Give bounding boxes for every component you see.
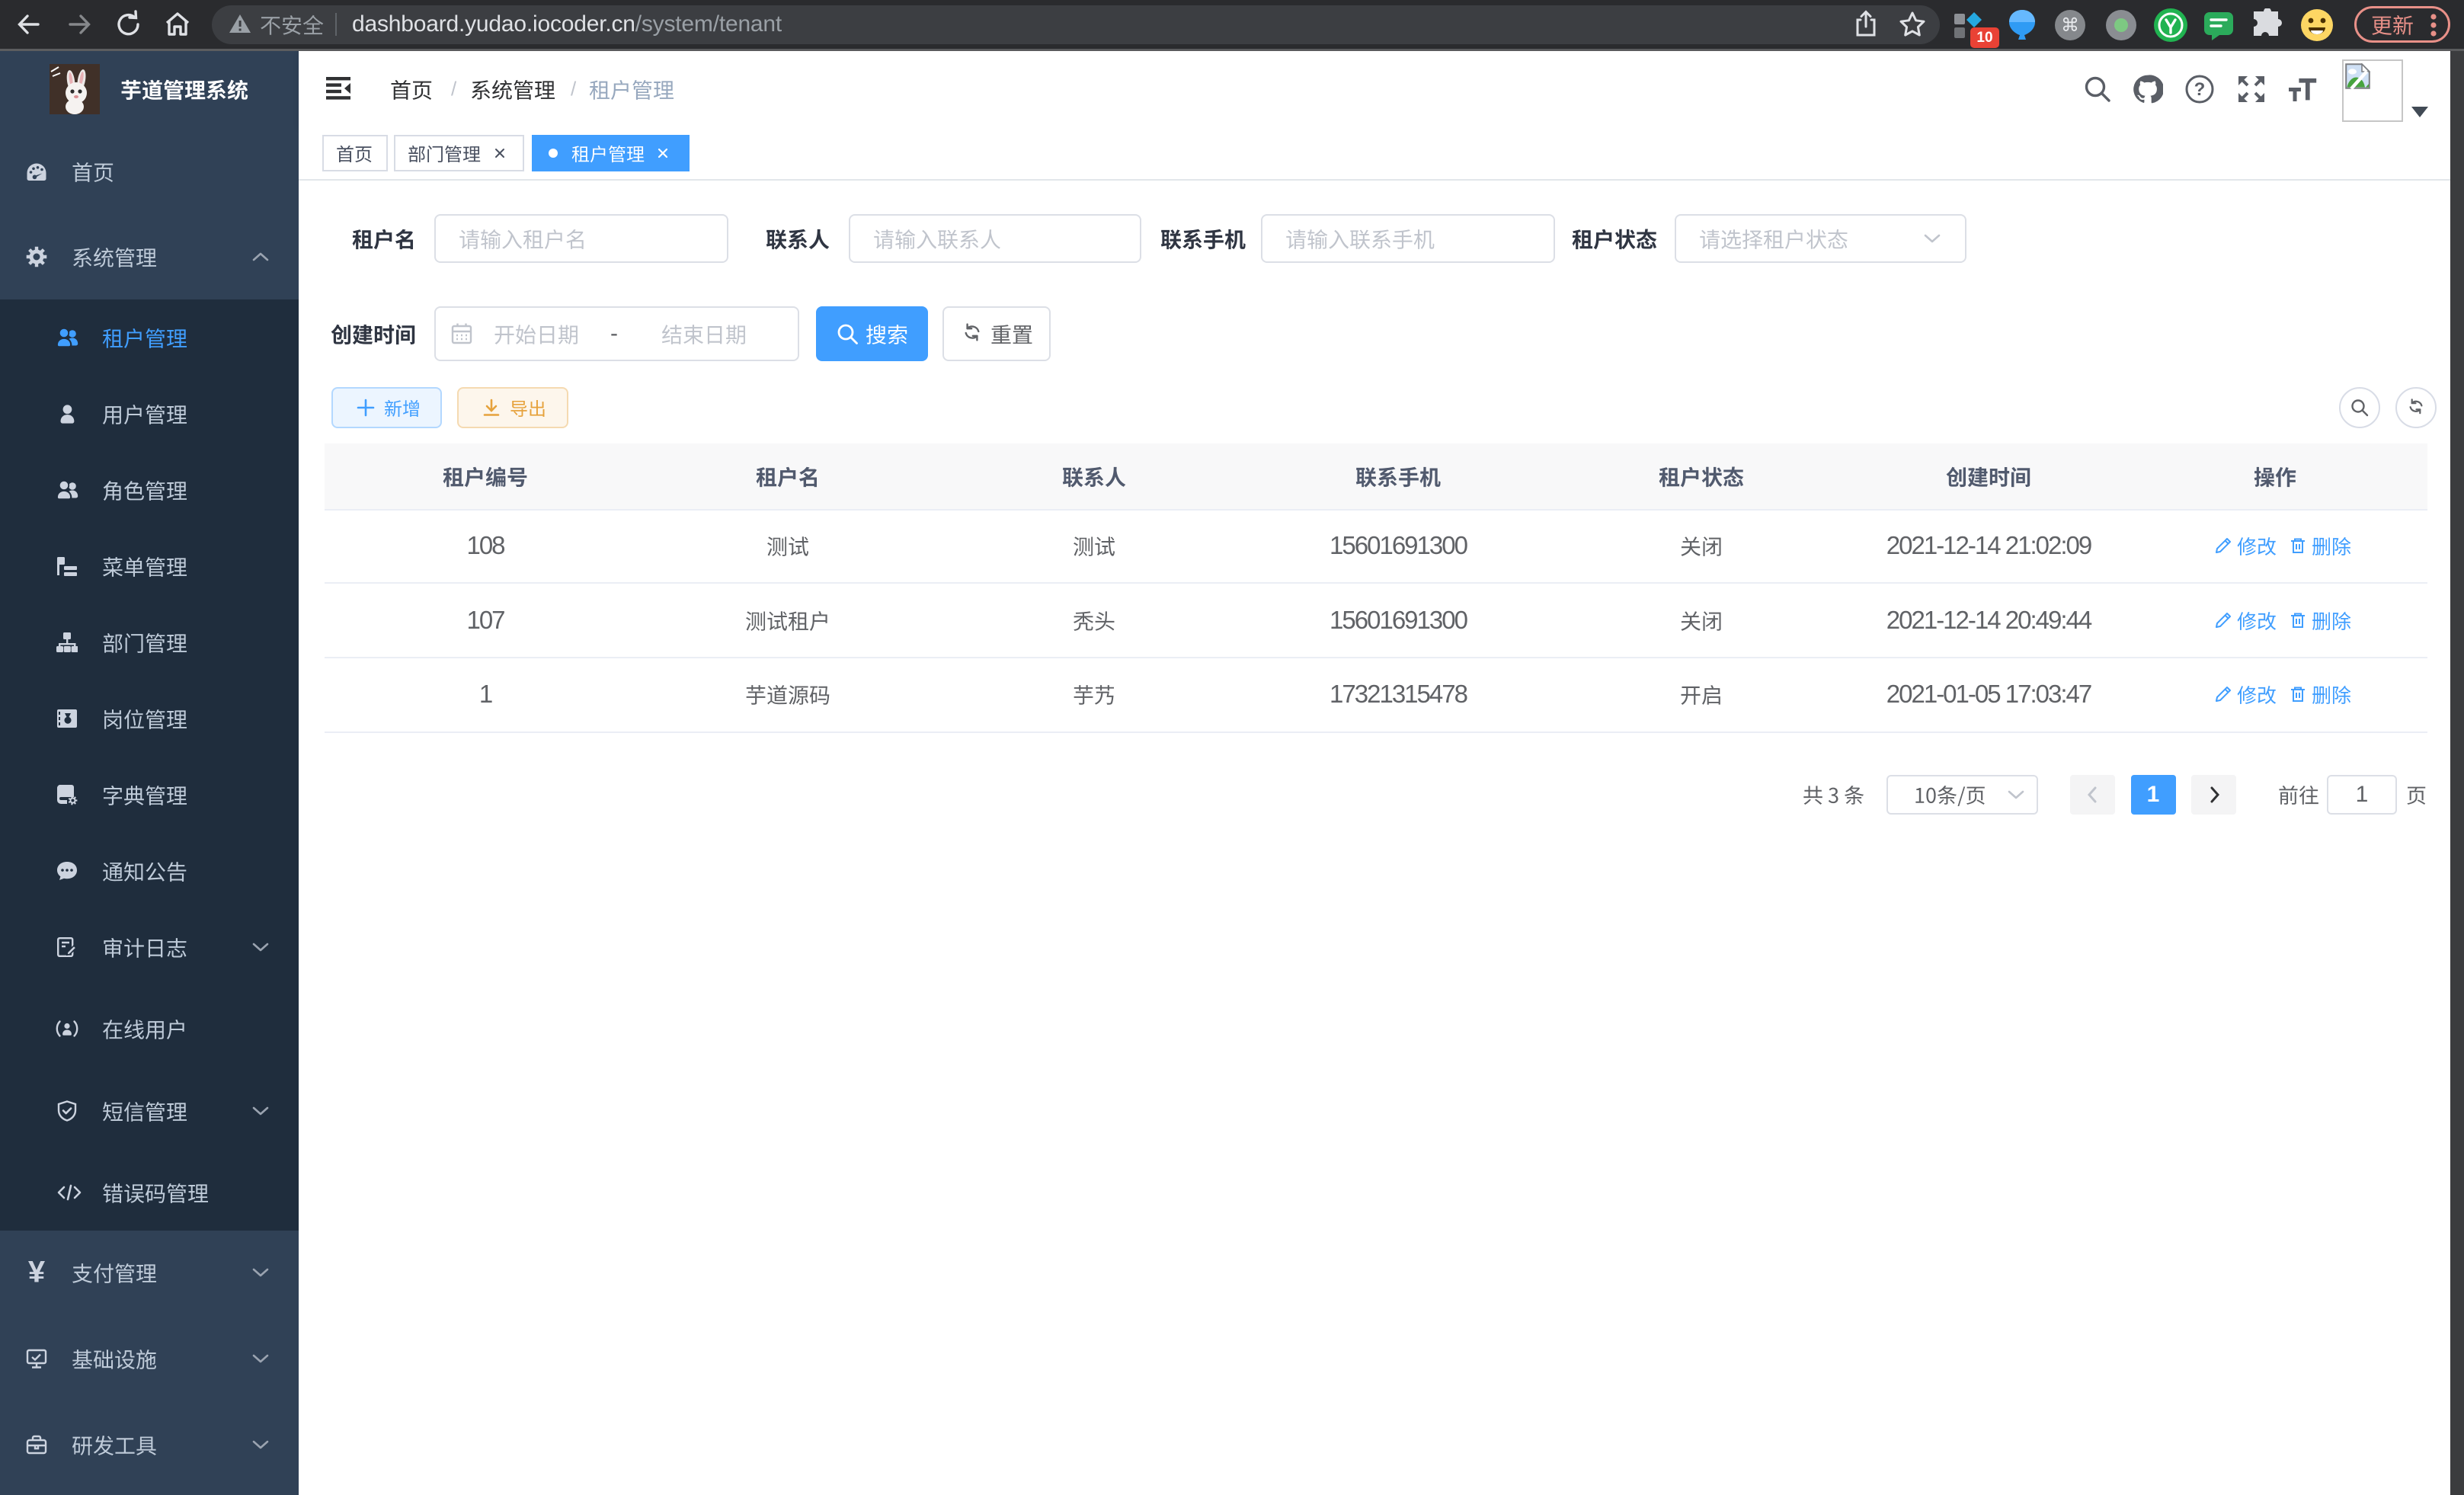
svg-text:?: ? (2194, 79, 2206, 100)
svg-text:⌘: ⌘ (2061, 15, 2079, 36)
